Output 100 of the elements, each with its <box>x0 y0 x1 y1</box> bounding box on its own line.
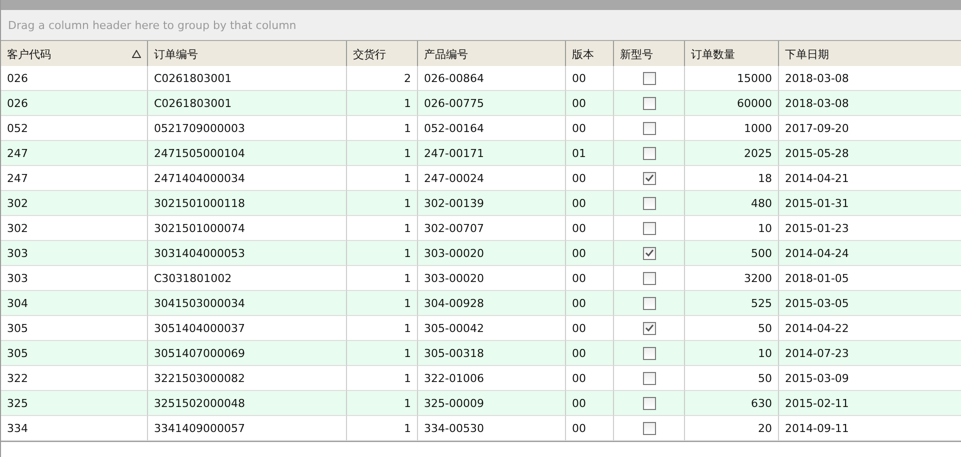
table-cell: 026-00864 <box>418 66 566 91</box>
checkbox[interactable] <box>642 72 656 84</box>
table-cell: 3251502000048 <box>148 391 347 416</box>
table-cell: 026 <box>1 91 148 116</box>
table-cell: 1 <box>347 141 418 166</box>
column-header[interactable]: 新型号 <box>614 41 685 68</box>
table-cell: 325-00009 <box>418 391 566 416</box>
column-header[interactable]: 订单编号 <box>148 41 347 68</box>
table-cell: 00 <box>566 316 614 341</box>
table-cell: 00 <box>566 116 614 141</box>
table-cell: 00 <box>566 191 614 216</box>
table-cell: 247-00024 <box>418 166 566 191</box>
column-header[interactable]: 下单日期 <box>779 41 961 68</box>
table-cell: 3031404000053 <box>148 241 347 266</box>
table-cell: 1 <box>347 266 418 291</box>
table-cell: 2471404000034 <box>148 166 347 191</box>
table-cell: 00 <box>566 216 614 241</box>
table-cell: 247 <box>1 141 148 166</box>
table-cell: 2025 <box>685 141 779 166</box>
table-cell: 00 <box>566 341 614 366</box>
checkbox[interactable] <box>642 422 656 434</box>
table-cell: 1 <box>347 191 418 216</box>
table-cell: 2014-07-23 <box>779 341 961 366</box>
table-cell: 500 <box>685 241 779 266</box>
table-cell: 480 <box>685 191 779 216</box>
table-cell: 2018-03-08 <box>779 91 961 116</box>
table-cell: 3021501000118 <box>148 191 347 216</box>
checkbox[interactable] <box>642 122 656 134</box>
table-cell: 247-00171 <box>418 141 566 166</box>
column-header[interactable]: 版本 <box>566 41 614 68</box>
checkbox[interactable] <box>642 172 656 184</box>
table-cell: 303 <box>1 241 148 266</box>
table-cell: 3221503000082 <box>148 366 347 391</box>
table-cell: 052 <box>1 116 148 141</box>
table-cell: 50 <box>685 316 779 341</box>
table-cell: C0261803001 <box>148 91 347 116</box>
table-cell: 20 <box>685 416 779 441</box>
checkbox[interactable] <box>642 196 656 210</box>
table-cell: 305-00318 <box>418 341 566 366</box>
table-cell: 10 <box>685 341 779 366</box>
table-cell: 302-00707 <box>418 216 566 241</box>
table-cell: 00 <box>566 241 614 266</box>
table-cell: 302-00139 <box>418 191 566 216</box>
checkbox[interactable] <box>642 372 656 384</box>
table-cell: C0261803001 <box>148 66 347 91</box>
table-cell: 1 <box>347 241 418 266</box>
table-cell: 00 <box>566 391 614 416</box>
table-cell: 026-00775 <box>418 91 566 116</box>
checkbox[interactable] <box>642 146 656 160</box>
table-cell: 304 <box>1 291 148 316</box>
checkbox[interactable] <box>642 246 656 260</box>
table-cell: 322-01006 <box>418 366 566 391</box>
table-cell: 00 <box>566 91 614 116</box>
table-cell: 2471505000104 <box>148 141 347 166</box>
table-cell: C3031801002 <box>148 266 347 291</box>
column-header[interactable]: 产品编号 <box>418 41 566 68</box>
table-cell: 00 <box>566 66 614 91</box>
table-cell: 10 <box>685 216 779 241</box>
table-cell: 3051407000069 <box>148 341 347 366</box>
table-cell: 1 <box>347 91 418 116</box>
column-header[interactable]: 客户代码 <box>1 41 148 68</box>
table-cell: 305 <box>1 341 148 366</box>
table-cell: 1 <box>347 216 418 241</box>
table-cell: 1 <box>347 116 418 141</box>
table-cell: 1 <box>347 366 418 391</box>
table-cell: 3051404000037 <box>148 316 347 341</box>
checkbox[interactable] <box>642 396 656 410</box>
table-cell: 00 <box>566 291 614 316</box>
table-cell: 2015-05-28 <box>779 141 961 166</box>
table-cell: 3341409000057 <box>148 416 347 441</box>
table-cell: 00 <box>566 416 614 441</box>
table-cell: 305 <box>1 316 148 341</box>
checkbox[interactable] <box>642 346 656 360</box>
table-cell: 026 <box>1 66 148 91</box>
table-cell: 305-00042 <box>418 316 566 341</box>
checkbox[interactable] <box>642 96 656 110</box>
table-cell: 325 <box>1 391 148 416</box>
checkbox[interactable] <box>642 272 656 284</box>
table-cell: 630 <box>685 391 779 416</box>
checkbox[interactable] <box>642 222 656 234</box>
table-cell: 3200 <box>685 266 779 291</box>
table-cell: 01 <box>566 141 614 166</box>
table-cell: 304-00928 <box>418 291 566 316</box>
table-cell: 00 <box>566 366 614 391</box>
table-cell: 2015-01-31 <box>779 191 961 216</box>
table-cell: 322 <box>1 366 148 391</box>
column-header[interactable]: 交货行 <box>347 41 418 68</box>
table-cell: 303-00020 <box>418 241 566 266</box>
table-cell: 1 <box>347 391 418 416</box>
table-cell: 15000 <box>685 66 779 91</box>
table-cell: 302 <box>1 216 148 241</box>
checkbox[interactable] <box>642 296 656 310</box>
checkbox[interactable] <box>642 322 656 334</box>
table-cell: 334-00530 <box>418 416 566 441</box>
table-cell: 2018-03-08 <box>779 66 961 91</box>
column-header[interactable]: 订单数量 <box>685 41 779 68</box>
table-cell: 1 <box>347 341 418 366</box>
table-cell: 1 <box>347 291 418 316</box>
table-cell: 50 <box>685 366 779 391</box>
table-cell: 052-00164 <box>418 116 566 141</box>
